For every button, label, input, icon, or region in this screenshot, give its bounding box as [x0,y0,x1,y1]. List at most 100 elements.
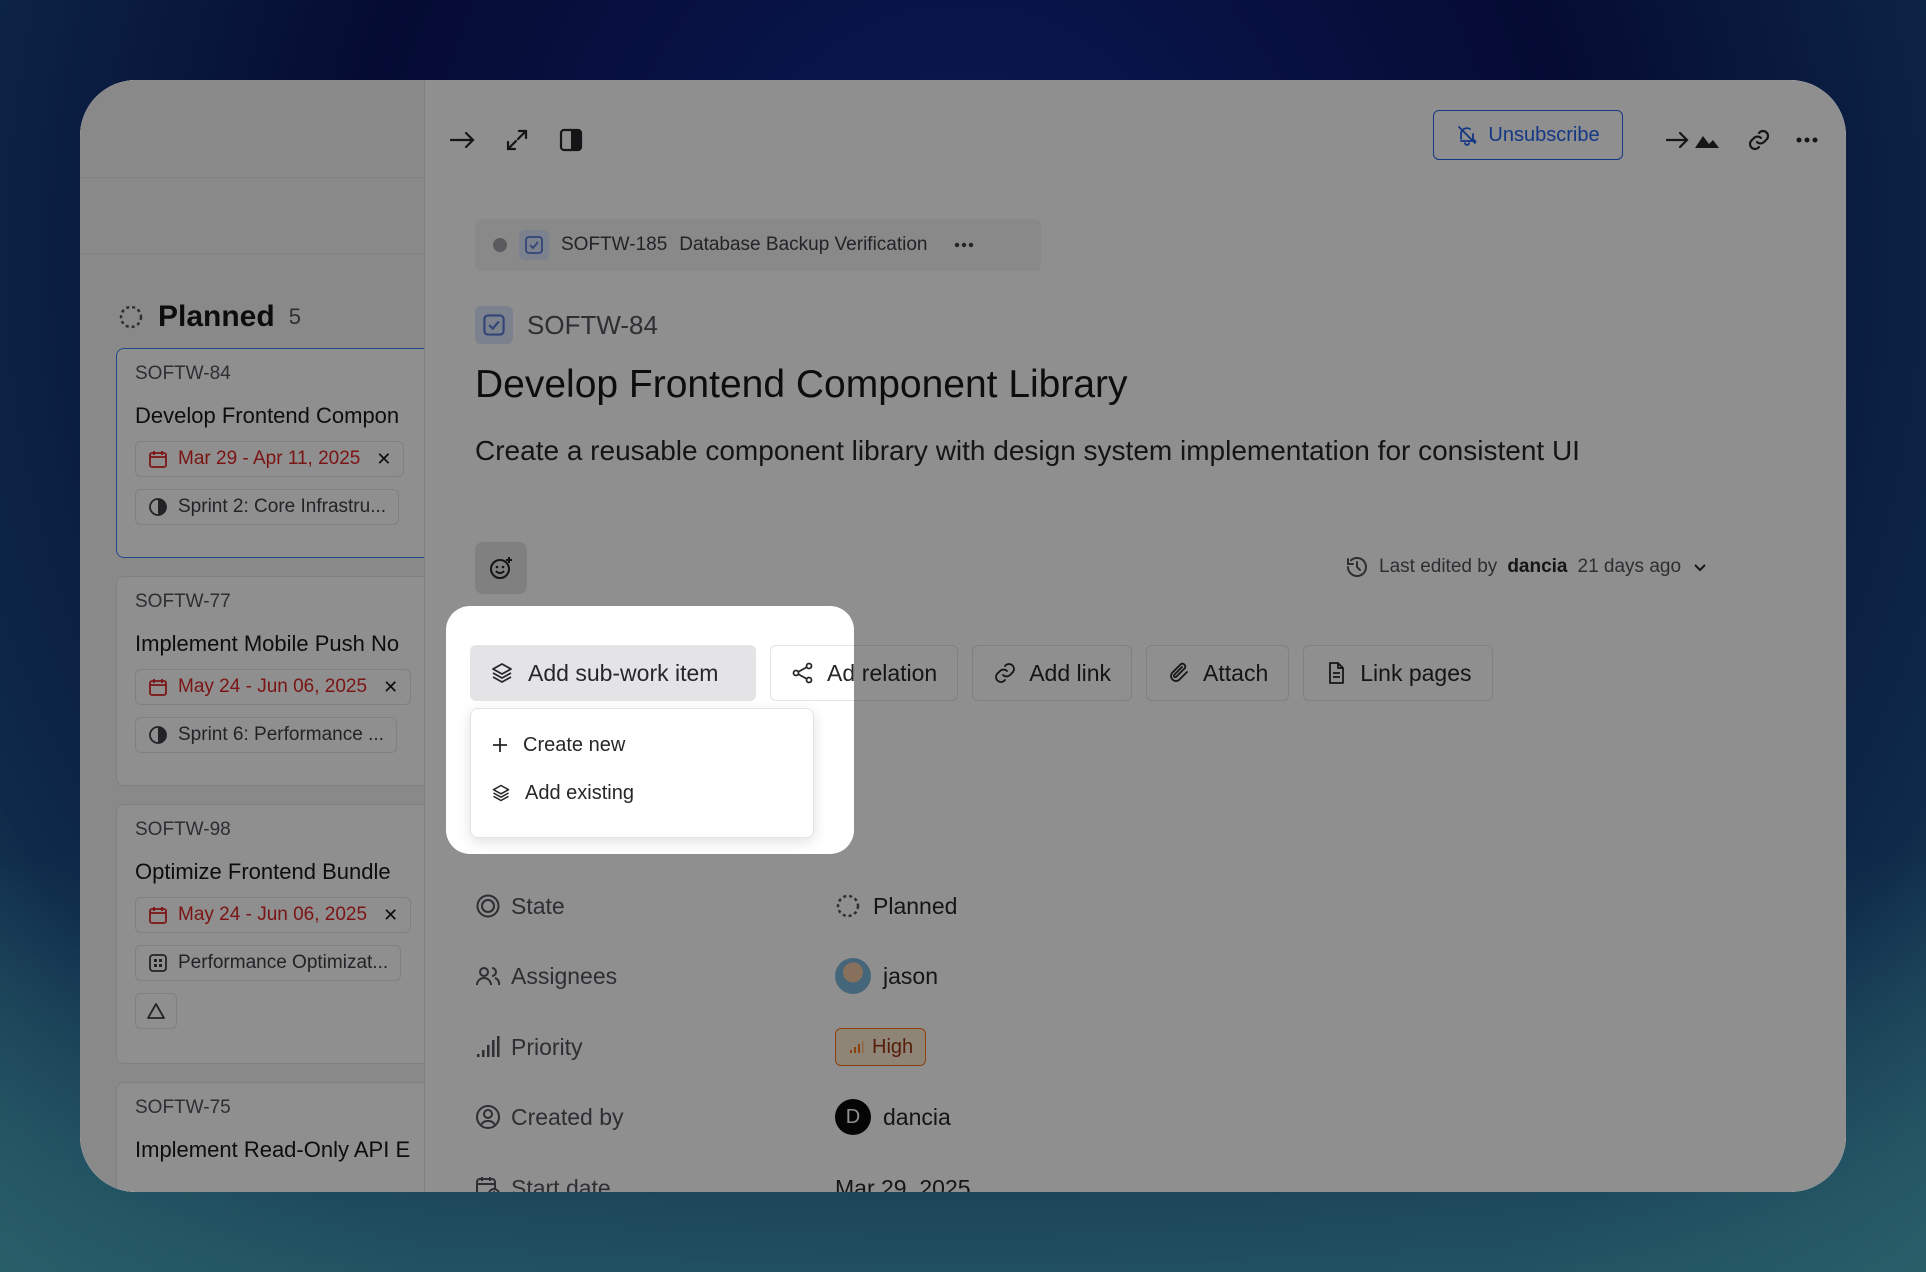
property-created-by: Created by D dancia [475,1097,1275,1137]
card-id: SOFTW-77 [135,591,231,612]
arrow-right-icon[interactable] [443,120,483,160]
assignees-label: Assignees [511,962,618,989]
priority-value: High [872,1035,914,1058]
card-priority-chip[interactable] [135,993,177,1029]
cycle-icon [148,497,168,517]
clear-date-icon[interactable]: ✕ [376,449,391,470]
priority-label: Priority [511,1033,583,1060]
property-assignees[interactable]: Assignees jason [475,956,1275,996]
state-icon [475,893,501,919]
add-sub-work-item-label: Add sub-work item [528,659,719,686]
start-date-value: Mar 29, 2025 [835,1174,971,1193]
add-relation-button-partial[interactable]: Add relation [770,645,854,701]
user-circle-icon [475,1104,501,1130]
paperclip-icon [1167,661,1191,685]
card-cycle: Sprint 2: Core Infrastru... [178,496,387,517]
state-label: State [511,892,565,919]
card-id: SOFTW-98 [135,819,231,840]
link-pages-button[interactable]: Link pages [1303,645,1493,701]
planned-state-icon [118,304,144,330]
layers-icon [490,661,514,685]
panel-toolbar: Unsubscribe [425,110,1846,176]
kanban-board: Planned 5 SOFTW-84 Develop Frontend Comp… [80,80,424,1192]
expand-icon[interactable] [497,120,537,160]
parent-id: SOFTW-185 [561,234,668,255]
card-module: Performance Optimizat... [178,952,389,973]
card-title: Implement Read-Only API E [135,1137,411,1162]
card-date-chip[interactable]: Mar 29 - Apr 11, 2025 ✕ [135,441,405,477]
parent-work-item[interactable]: SOFTW-185 Database Backup Verification [475,219,1041,271]
link-icon [993,661,1017,685]
link-icon[interactable] [1739,120,1779,160]
work-item-type-icon [519,230,549,260]
add-sub-work-item-button[interactable]: Add sub-work item [470,645,756,701]
created-by-name: dancia [883,1103,951,1130]
card-date: Mar 29 - Apr 11, 2025 [178,448,361,469]
group-header[interactable]: Planned 5 [80,254,424,346]
users-icon [475,963,501,989]
app-window: Planned 5 SOFTW-84 Develop Frontend Comp… [80,80,1846,1192]
issue-id-row: SOFTW-84 [475,306,658,344]
property-state[interactable]: State Planned [475,886,1275,926]
sub-work-item-menu: Create new Add existing [470,708,814,838]
card-title: Optimize Frontend Bundle [135,859,391,884]
unsubscribe-button[interactable]: Unsubscribe [1433,110,1623,160]
spotlight-highlight: Add sub-work item Add relation Create ne… [446,606,854,854]
chevron-down-icon [1691,558,1709,576]
created-by-label: Created by [511,1103,624,1130]
priority-badge[interactable]: High [835,1028,927,1066]
work-item-type-icon [475,306,513,344]
warning-icon [146,1001,166,1021]
group-count: 5 [288,304,301,329]
board-card[interactable]: SOFTW-98 Optimize Frontend Bundle May 24… [116,804,424,1064]
clear-date-icon[interactable]: ✕ [383,677,398,698]
share-icon[interactable] [1661,120,1725,160]
parent-more-icon[interactable] [954,242,974,248]
card-date-chip[interactable]: May 24 - Jun 06, 2025 ✕ [135,669,412,705]
sidebar-icon[interactable] [551,120,591,160]
last-edited-time: 21 days ago [1577,556,1682,577]
clear-date-icon[interactable]: ✕ [383,905,398,926]
attach-button[interactable]: Attach [1146,645,1290,701]
calendar-icon [148,677,168,697]
calendar-icon [148,449,168,469]
add-relation-label: Add relation [827,659,854,686]
card-title: Develop Frontend Compon [135,403,400,428]
cycle-icon [148,725,168,745]
card-date-chip[interactable]: May 24 - Jun 06, 2025 ✕ [135,897,412,933]
bell-off-icon [1456,124,1478,146]
card-date: May 24 - Jun 06, 2025 [178,904,368,925]
card-id: SOFTW-75 [135,1097,231,1118]
more-icon[interactable] [1787,120,1827,160]
priority-high-icon [848,1039,864,1055]
creator-avatar: D [835,1099,871,1135]
assignee-name: jason [883,962,938,989]
menu-item-create-new[interactable]: Create new [471,721,813,769]
history-icon [1345,555,1369,579]
card-id: SOFTW-84 [135,363,231,384]
board-card[interactable]: SOFTW-75 Implement Read-Only API E [116,1082,424,1192]
menu-item-add-existing[interactable]: Add existing [471,769,813,817]
issue-title[interactable]: Develop Frontend Component Library [475,363,1128,407]
board-card[interactable]: SOFTW-84 Develop Frontend Compon Mar 29 … [116,348,424,558]
calendar-icon [148,905,168,925]
property-start-date[interactable]: Start date Mar 29, 2025 [475,1168,1275,1192]
property-priority[interactable]: Priority High [475,1027,1275,1067]
document-icon [1324,661,1348,685]
card-cycle-chip[interactable]: Sprint 2: Core Infrastru... [135,489,400,525]
module-icon [148,953,168,973]
issue-description[interactable]: Create a reusable component library with… [475,435,1580,467]
planned-state-icon [835,893,861,919]
issue-id: SOFTW-84 [527,309,658,340]
add-link-button[interactable]: Add link [972,645,1133,701]
card-cycle-chip[interactable]: Sprint 6: Performance ... [135,717,397,753]
board-card[interactable]: SOFTW-77 Implement Mobile Push No May 24… [116,576,424,786]
group-title: Planned [158,300,275,333]
board-topbar [80,80,424,178]
card-module-chip[interactable]: Performance Optimizat... [135,945,402,981]
assignee-avatar [835,958,871,994]
calendar-clock-icon [475,1175,501,1192]
emoji-add-icon[interactable] [475,542,527,594]
parent-state-dot [493,238,507,252]
last-edited[interactable]: Last edited by dancia 21 days ago [1345,542,1709,592]
